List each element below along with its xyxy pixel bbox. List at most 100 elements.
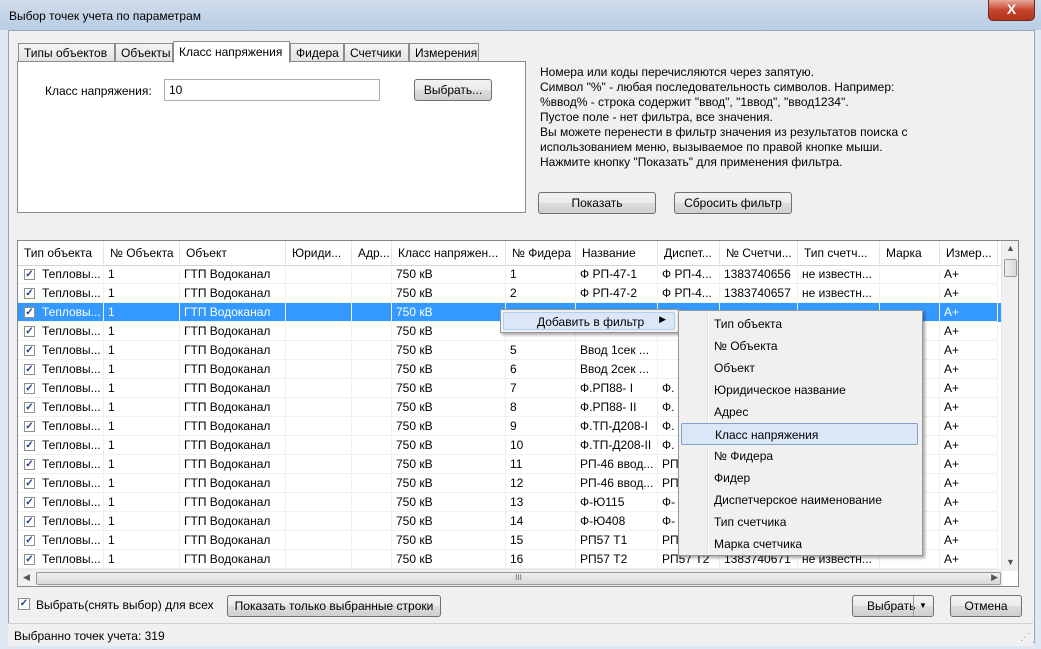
submenu-item[interactable]: Адрес (681, 401, 918, 423)
row-checkbox[interactable]: ✓ (24, 345, 35, 356)
scroll-down-icon[interactable]: ▼ (1006, 557, 1015, 567)
column-header[interactable]: № Фидера (506, 241, 576, 265)
row-checkbox[interactable]: ✓ (24, 288, 35, 299)
horizontal-scroll-thumb[interactable]: III (36, 572, 1001, 585)
column-header[interactable]: № Объекта (104, 241, 180, 265)
vertical-scroll-thumb[interactable] (1004, 259, 1017, 277)
table-cell: 750 кВ (392, 265, 506, 284)
table-cell (352, 493, 392, 512)
submenu-item[interactable]: Тип объекта (681, 313, 918, 335)
submenu-item[interactable]: Класс напряжения (681, 423, 918, 445)
select-all-checkbox[interactable]: ✓ (18, 598, 30, 610)
tab-measurements[interactable]: Измерения (409, 43, 479, 61)
table-cell-type: ✓ Тепловы... (18, 265, 104, 284)
submenu-item[interactable]: Марка счетчика (681, 533, 918, 555)
tab-object-types[interactable]: Типы объектов (18, 43, 115, 61)
row-checkbox[interactable]: ✓ (24, 421, 35, 432)
table-cell (352, 417, 392, 436)
table-cell: 750 кВ (392, 379, 506, 398)
close-button[interactable]: X (988, 0, 1035, 21)
column-header[interactable]: Измер... (940, 241, 998, 265)
vertical-scrollbar[interactable]: ▲ ▼ (1001, 241, 1018, 571)
column-header[interactable]: Класс напряжен... (392, 241, 506, 265)
submenu-item[interactable]: Объект (681, 357, 918, 379)
row-checkbox[interactable]: ✓ (24, 383, 35, 394)
submenu-item[interactable]: Фидер (681, 467, 918, 489)
row-checkbox[interactable]: ✓ (24, 440, 35, 451)
table-cell: Тепловы... (42, 419, 101, 433)
table-cell (286, 284, 352, 303)
table-cell-type: ✓ Тепловы... (18, 455, 104, 474)
table-cell: Тепловы... (42, 476, 101, 490)
filter-submenu: Тип объекта № Объекта Объект Юридическое на… (678, 310, 923, 556)
table-cell (286, 436, 352, 455)
cancel-button[interactable]: Отмена (950, 595, 1022, 617)
table-cell: Ф.ТП-Д208-II (576, 436, 658, 455)
resize-grip-icon[interactable]: ⋰ (1020, 632, 1030, 643)
row-checkbox[interactable]: ✓ (24, 307, 35, 318)
row-checkbox[interactable]: ✓ (24, 554, 35, 565)
scroll-left-icon[interactable]: ◀ (23, 572, 30, 583)
table-cell: 1 (104, 493, 180, 512)
column-header[interactable]: Тип объекта (18, 241, 104, 265)
table-row[interactable]: ✓ Тепловы... 1 ГТП Водоканал 750 кВ 2 Ф РП-47-… (18, 284, 1003, 303)
column-header[interactable]: № Счетчи... (720, 241, 798, 265)
tab-voltage-class[interactable]: Класс напряжения (173, 41, 290, 63)
dropdown-arrow-icon[interactable]: ▼ (919, 596, 927, 616)
help-line: Вы можете перенести в фильтр значения из… (540, 125, 908, 139)
show-button[interactable]: Показать (538, 192, 656, 214)
column-header[interactable]: Марка (880, 241, 940, 265)
tab-feeders[interactable]: Фидера (290, 43, 344, 61)
select-split-button[interactable]: Выбрать ▼ (852, 595, 934, 617)
scroll-right-icon[interactable]: ▶ (991, 572, 998, 583)
row-checkbox[interactable]: ✓ (24, 497, 35, 508)
row-checkbox[interactable]: ✓ (24, 478, 35, 489)
scroll-up-icon[interactable]: ▲ (1006, 243, 1015, 253)
table-cell: 8 (506, 398, 576, 417)
show-selected-button[interactable]: Показать только выбранные строки (227, 595, 441, 617)
table-cell: Ф-Ю408 (576, 512, 658, 531)
column-header[interactable]: Адр... (352, 241, 392, 265)
table-cell (286, 322, 352, 341)
menu-item-add-to-filter[interactable]: Добавить в фильтр ▶ (503, 312, 675, 330)
column-header[interactable]: Юриди... (286, 241, 352, 265)
column-header[interactable]: Диспет... (658, 241, 720, 265)
menu-item-label: Добавить в фильтр (537, 315, 645, 329)
tab-meters[interactable]: Счетчики (344, 43, 409, 61)
table-cell: 750 кВ (392, 284, 506, 303)
row-checkbox[interactable]: ✓ (24, 364, 35, 375)
column-header[interactable]: Тип счетч... (798, 241, 880, 265)
table-cell: ГТП Водоканал (180, 436, 286, 455)
table-cell: 1 (104, 379, 180, 398)
column-header[interactable]: Название (576, 241, 658, 265)
table-cell: ГТП Водоканал (180, 341, 286, 360)
table-cell: Тепловы... (42, 514, 101, 528)
submenu-item[interactable]: № Объекта (681, 335, 918, 357)
table-cell: Ввод 2сек ... (576, 360, 658, 379)
table-cell: Ф РП-4... (658, 284, 720, 303)
submenu-item[interactable]: Диспетчерское наименование (681, 489, 918, 511)
tab-objects[interactable]: Объекты (115, 43, 173, 61)
table-cell (352, 512, 392, 531)
submenu-item[interactable]: Тип счетчика (681, 511, 918, 533)
column-header[interactable]: Объект (180, 241, 286, 265)
table-cell: 1 (104, 265, 180, 284)
row-checkbox[interactable]: ✓ (24, 516, 35, 527)
row-checkbox[interactable]: ✓ (24, 402, 35, 413)
table-cell: 1383740656 (720, 265, 798, 284)
row-checkbox[interactable]: ✓ (24, 535, 35, 546)
table-cell-type: ✓ Тепловы... (18, 474, 104, 493)
choose-button[interactable]: Выбрать... (414, 79, 492, 101)
row-checkbox[interactable]: ✓ (24, 459, 35, 470)
voltage-class-input[interactable] (164, 79, 380, 101)
row-checkbox[interactable]: ✓ (24, 326, 35, 337)
table-cell (352, 455, 392, 474)
horizontal-scrollbar[interactable]: ◀ III ▶ (18, 569, 1003, 586)
reset-filter-button[interactable]: Сбросить фильтр (674, 192, 792, 214)
table-row[interactable]: ✓ Тепловы... 1 ГТП Водоканал 750 кВ 1 Ф РП-47-… (18, 265, 1003, 284)
submenu-item[interactable]: Юридическое название (681, 379, 918, 401)
table-cell: не известн... (798, 265, 880, 284)
table-cell (286, 512, 352, 531)
row-checkbox[interactable]: ✓ (24, 269, 35, 280)
submenu-item[interactable]: № Фидера (681, 445, 918, 467)
